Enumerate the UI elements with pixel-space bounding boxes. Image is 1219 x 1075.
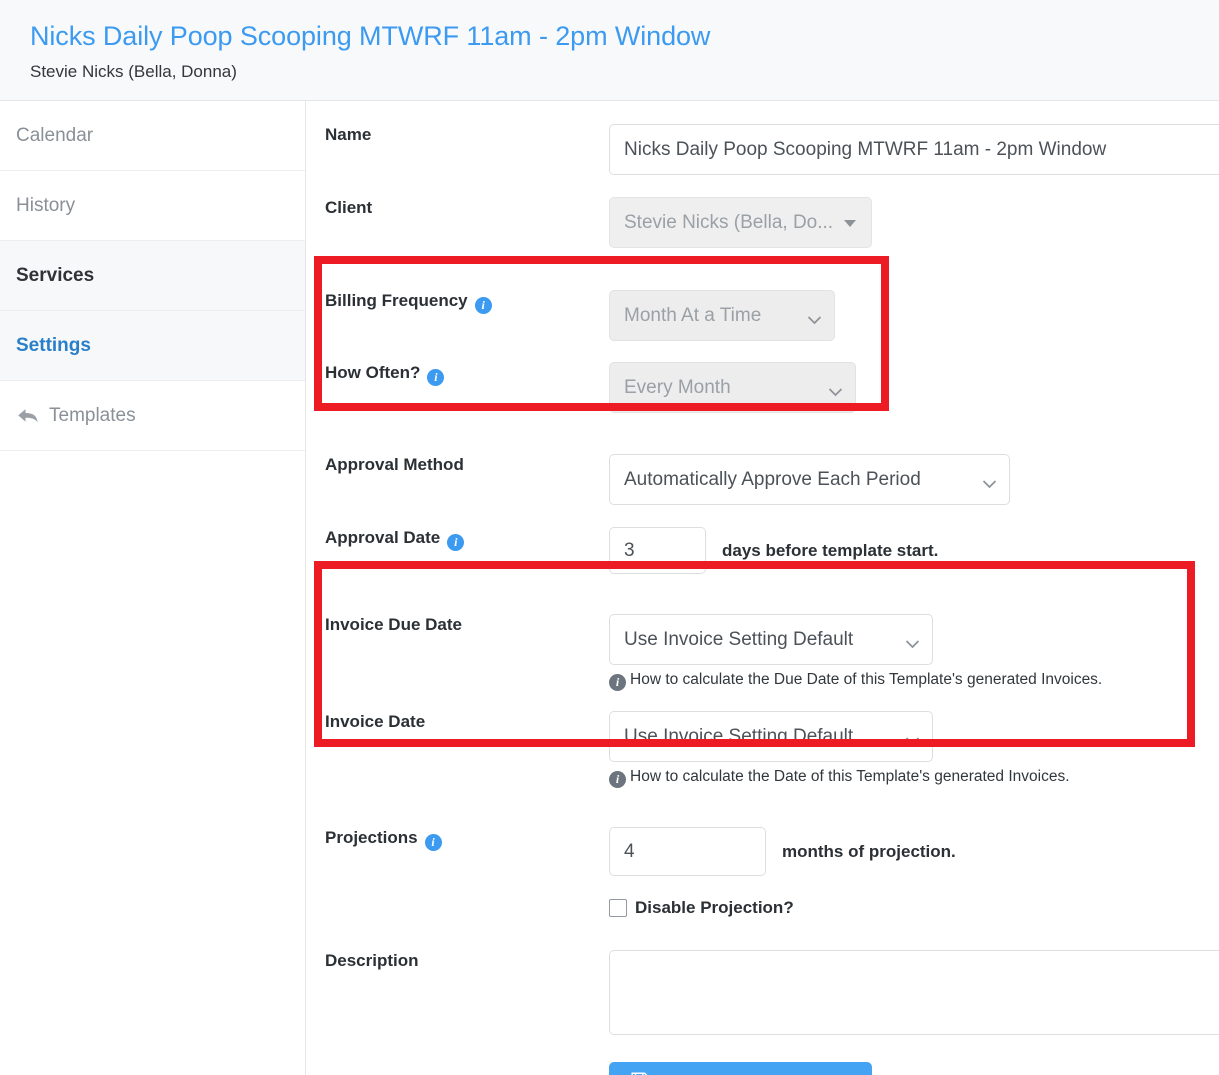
field-row-description: Description: [306, 950, 1219, 1040]
field-row-client: Client: [306, 197, 1219, 248]
client-label: Client: [325, 198, 373, 217]
sidebar-item-label: Calendar: [16, 124, 94, 146]
sidebar-item-label: History: [16, 194, 76, 216]
info-icon[interactable]: i: [427, 369, 445, 386]
field-row-invoice-due-date: Invoice Due Date iHow to calculate the D…: [306, 614, 1219, 691]
invoice-due-date-label: Invoice Due Date: [325, 615, 462, 634]
page-subtitle: Stevie Nicks (Bella, Donna): [30, 62, 237, 81]
field-row-how-often: How Often? i: [306, 362, 1219, 413]
approval-date-input[interactable]: [609, 527, 706, 574]
field-row-name: Name: [306, 124, 1219, 175]
template-settings-form: Name Client Billing Frequencyi: [306, 101, 1219, 1075]
sidebar-item-label: Templates: [49, 404, 136, 426]
invoice-date-help: i How to calculate the Date of this Templ…: [609, 767, 1219, 788]
client-select[interactable]: [609, 197, 872, 248]
sidebar-item-settings[interactable]: Settings: [0, 311, 305, 381]
description-textarea[interactable]: [609, 950, 1219, 1035]
invoice-due-date-select[interactable]: [609, 614, 933, 665]
projections-input[interactable]: [609, 827, 766, 876]
field-row-approval-date: Approval Datei days before template star…: [306, 527, 1219, 574]
field-row-approval-method: Approval Method: [306, 454, 1219, 505]
name-input[interactable]: [609, 124, 1219, 175]
page-header: Nicks Daily Poop Scooping MTWRF 11am - 2…: [0, 0, 1219, 101]
info-icon[interactable]: i: [447, 534, 465, 551]
info-icon: i: [609, 674, 626, 691]
sidebar-item-services[interactable]: Services: [0, 241, 305, 311]
billing-frequency-select-wrap: [609, 290, 835, 341]
projections-suffix: months of projection.: [782, 842, 956, 861]
save-template-details-button[interactable]: Save Template Details: [609, 1062, 872, 1075]
disable-projection-checkbox[interactable]: [609, 899, 627, 917]
disable-projection-label: Disable Projection?: [635, 898, 794, 917]
field-row-invoice-date: Invoice Date iHow to calculate the Date …: [306, 711, 1219, 788]
sidebar-item-calendar[interactable]: Calendar: [0, 101, 305, 171]
invoice-due-date-help: i How to calculate the Due Date of this T…: [609, 670, 1219, 691]
name-label: Name: [325, 125, 372, 144]
approval-date-suffix: days before template start.: [722, 541, 939, 560]
sidebar-item-templates[interactable]: Templates: [0, 381, 305, 451]
invoice-date-select[interactable]: [609, 711, 933, 762]
description-label: Description: [325, 951, 419, 970]
invoice-due-date-select-wrap: [609, 614, 933, 665]
back-arrow-icon: [16, 406, 40, 426]
sidebar-nav: Calendar History Services Settings Templ…: [0, 101, 306, 1075]
how-often-label: How Often? i: [306, 362, 609, 386]
info-icon[interactable]: i: [424, 834, 442, 851]
approval-date-label: Approval Date i: [306, 527, 609, 551]
billing-frequency-label: Billing Frequency i: [306, 290, 609, 314]
how-often-select-wrap: [609, 362, 856, 413]
sidebar-item-label: Services: [16, 264, 95, 286]
field-row-projections: Projectionsi months of projection.: [306, 827, 1219, 876]
page-title: Nicks Daily Poop Scooping MTWRF 11am - 2…: [30, 21, 711, 51]
field-row-billing-frequency: Billing Frequency i: [306, 290, 1219, 341]
disable-projection-checkbox-row[interactable]: Disable Projection?: [609, 898, 1219, 918]
invoice-date-label: Invoice Date: [325, 712, 426, 731]
approval-method-select[interactable]: [609, 454, 1010, 505]
sidebar-item-history[interactable]: History: [0, 171, 305, 241]
billing-frequency-select[interactable]: [609, 290, 835, 341]
field-row-save: Save Template Details: [306, 1062, 1219, 1075]
info-icon[interactable]: i: [474, 297, 492, 314]
client-select-wrap: [609, 197, 872, 248]
approval-method-select-wrap: [609, 454, 1010, 505]
sidebar-item-label: Settings: [16, 334, 91, 356]
field-row-disable-projection: Disable Projection?: [306, 898, 1219, 918]
info-icon: i: [609, 771, 626, 788]
invoice-date-select-wrap: [609, 711, 933, 762]
how-often-select[interactable]: [609, 362, 856, 413]
projections-label: Projections i: [306, 827, 609, 851]
approval-method-label: Approval Method: [325, 455, 464, 474]
